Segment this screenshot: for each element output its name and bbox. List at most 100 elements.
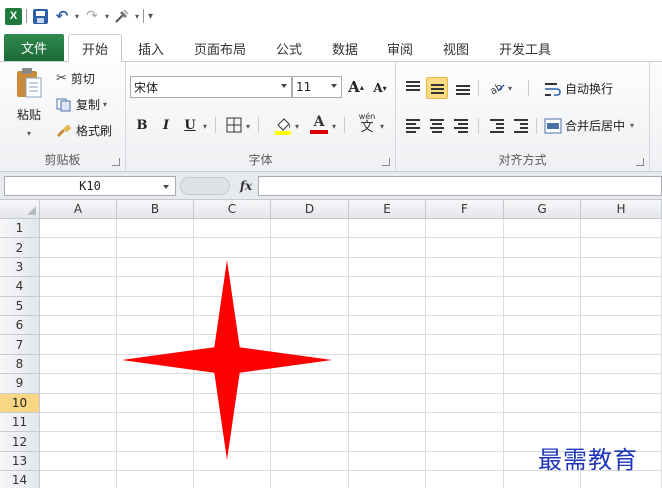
row-header-6[interactable]: 6 xyxy=(0,316,40,336)
column-header-h[interactable]: H xyxy=(581,200,662,219)
redo-icon[interactable]: ↷ xyxy=(83,7,101,25)
bold-button[interactable]: B xyxy=(132,115,152,135)
font-size-select[interactable]: 11 xyxy=(292,76,342,98)
insert-function-button[interactable]: fx xyxy=(236,176,256,196)
align-right-icon[interactable] xyxy=(452,117,470,133)
grow-font-button[interactable]: A ▴ xyxy=(346,77,366,97)
fx-icon: fx xyxy=(239,179,253,193)
merge-dropdown-icon[interactable]: ▾ xyxy=(630,121,634,130)
shrink-font-button[interactable]: A ▾ xyxy=(370,78,390,98)
fill-color-dropdown-icon[interactable]: ▾ xyxy=(295,122,299,131)
phonetic-dropdown-icon[interactable]: ▾ xyxy=(380,122,384,131)
tab-home[interactable]: 开始 xyxy=(68,34,122,63)
copy-dropdown-icon[interactable]: ▾ xyxy=(103,100,107,109)
tab-formulas[interactable]: 公式 xyxy=(266,34,312,62)
orientation-icon[interactable]: ab xyxy=(488,79,506,95)
align-bottom-icon[interactable] xyxy=(454,79,472,95)
row-header-5[interactable]: 5 xyxy=(0,296,40,316)
font-color-icon[interactable]: A xyxy=(310,114,328,134)
clipboard-group-label: 剪贴板 xyxy=(44,153,81,167)
customize-icon[interactable]: ▾ xyxy=(148,11,153,22)
decrease-indent-icon[interactable] xyxy=(488,117,506,133)
row-header-4[interactable]: 4 xyxy=(0,277,40,297)
row-header-12[interactable]: 12 xyxy=(0,432,40,452)
tab-review[interactable]: 审阅 xyxy=(377,34,423,62)
merge-center-button[interactable]: 合并后居中 ▾ xyxy=(544,117,634,134)
font-size-value: 11 xyxy=(296,80,312,94)
grid-row-line xyxy=(40,256,662,258)
align-middle-icon[interactable] xyxy=(426,77,448,99)
italic-button[interactable]: I xyxy=(156,115,176,135)
format-painter-label: 格式刷 xyxy=(76,124,113,138)
formula-input[interactable] xyxy=(258,176,662,196)
tab-page-layout[interactable]: 页面布局 xyxy=(184,34,256,62)
align-center-icon[interactable] xyxy=(428,117,446,133)
tab-developer[interactable]: 开发工具 xyxy=(490,34,560,62)
format-painter-button[interactable]: 格式刷 xyxy=(56,122,112,139)
align-left-icon[interactable] xyxy=(404,117,422,133)
chevron-down-icon[interactable] xyxy=(163,185,169,189)
excel-icon-letter: X xyxy=(9,10,18,22)
merge-center-label: 合并后居中 xyxy=(565,119,626,133)
row-header-1[interactable]: 1 xyxy=(0,219,40,239)
column-header-e[interactable]: E xyxy=(349,200,426,219)
undo-dropdown-icon[interactable]: ▾ xyxy=(75,12,79,21)
separator xyxy=(528,80,529,96)
name-box-value: K10 xyxy=(79,179,101,193)
copy-button[interactable]: 复制 ▾ xyxy=(56,96,107,113)
borders-dropdown-icon[interactable]: ▾ xyxy=(246,122,250,131)
redo-dropdown-icon[interactable]: ▾ xyxy=(105,12,109,21)
tools-icon[interactable] xyxy=(113,7,131,25)
column-header-a[interactable]: A xyxy=(40,200,117,219)
svg-text:ab: ab xyxy=(488,82,504,95)
name-box[interactable]: K10 xyxy=(4,176,176,196)
underline-button[interactable]: U xyxy=(180,115,200,135)
tab-data[interactable]: 数据 xyxy=(322,34,368,62)
increase-indent-icon[interactable] xyxy=(512,117,530,133)
font-name-value: 宋体 xyxy=(134,80,159,95)
row-header-9[interactable]: 9 xyxy=(0,374,40,394)
row-header-14[interactable]: 14 xyxy=(0,471,40,488)
undo-icon[interactable]: ↶ xyxy=(53,7,71,25)
tools-dropdown-icon[interactable]: ▾ xyxy=(135,12,139,21)
fill-color-icon[interactable] xyxy=(274,115,292,135)
column-header-b[interactable]: B xyxy=(117,200,194,219)
phonetic-guide-button[interactable]: wén 文 xyxy=(356,112,378,136)
clipboard-launcher-icon[interactable] xyxy=(112,158,120,166)
column-header-d[interactable]: D xyxy=(271,200,349,219)
excel-icon[interactable]: X xyxy=(5,7,22,25)
row-header-7[interactable]: 7 xyxy=(0,335,40,355)
row-header-11[interactable]: 11 xyxy=(0,413,40,433)
paste-dropdown-icon[interactable]: ▾ xyxy=(27,129,31,138)
select-all-button[interactable] xyxy=(0,200,40,219)
alignment-group-label: 对齐方式 xyxy=(498,153,547,167)
formula-bar: K10 fx xyxy=(0,172,662,200)
cut-button[interactable]: ✂ 剪切 xyxy=(56,70,95,87)
star-polygon[interactable] xyxy=(122,260,332,460)
font-name-select[interactable]: 宋体 xyxy=(130,76,292,98)
orientation-dropdown-icon[interactable]: ▾ xyxy=(508,84,512,93)
paste-button[interactable]: 粘贴 ▾ xyxy=(10,66,48,138)
column-header-c[interactable]: C xyxy=(194,200,271,219)
borders-icon[interactable] xyxy=(226,117,242,133)
underline-dropdown-icon[interactable]: ▾ xyxy=(203,122,207,131)
save-icon[interactable] xyxy=(31,7,49,25)
row-header-8[interactable]: 8 xyxy=(0,354,40,375)
star-shape[interactable] xyxy=(122,260,332,460)
row-header-13[interactable]: 13 xyxy=(0,451,40,472)
row-header-3[interactable]: 3 xyxy=(0,257,40,278)
font-launcher-icon[interactable] xyxy=(382,158,390,166)
tab-view[interactable]: 视图 xyxy=(433,34,479,62)
column-header-g[interactable]: G xyxy=(504,200,581,219)
column-header-f[interactable]: F xyxy=(426,200,504,219)
align-top-icon[interactable] xyxy=(404,79,422,95)
wrap-text-button[interactable]: 自动换行 xyxy=(544,80,613,97)
row-header-2[interactable]: 2 xyxy=(0,238,40,258)
tab-insert[interactable]: 插入 xyxy=(128,34,174,62)
row-header-10[interactable]: 10 xyxy=(0,393,40,413)
separator xyxy=(258,117,259,133)
alignment-launcher-icon[interactable] xyxy=(636,158,644,166)
formula-splitter[interactable] xyxy=(180,177,230,195)
font-color-dropdown-icon[interactable]: ▾ xyxy=(332,122,336,131)
tab-file[interactable]: 文件 xyxy=(4,34,64,61)
